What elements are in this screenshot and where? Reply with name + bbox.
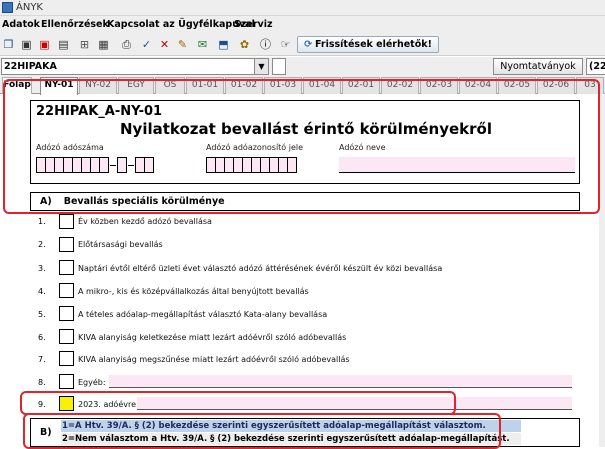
calculator-icon[interactable]: ▦ [97, 38, 110, 51]
highlight-form-header [3, 79, 600, 214]
toolbar: ❐ ▣ ▣ ▤ ⊞ ▦ ⎙ ✓ ✕ ✎ ✉ ⬒ ✿ ⓘ ☞ ⟳ Frissítés… [0, 34, 605, 56]
print-icon[interactable]: ⎙ [120, 38, 133, 51]
row-5-checkbox[interactable] [59, 306, 74, 321]
row-number: 2. [38, 240, 46, 249]
refresh-icon: ⟳ [304, 39, 313, 50]
row-number: 1. [38, 217, 46, 226]
save-check-icon[interactable]: ▣ [38, 38, 51, 51]
refresh-label: Frissítések elérhetők! [315, 39, 432, 50]
menu-adatok[interactable]: Adatok [2, 19, 40, 30]
row-number: 4. [38, 287, 46, 296]
row-7-label: KIVA alanyiság megszűnése miatt lezárt a… [78, 355, 350, 364]
row-3-label: Naptári évtől eltérő üzleti évet választ… [78, 264, 443, 273]
send-icon[interactable]: ✉ [196, 38, 209, 51]
attach-icon[interactable]: ✿ [238, 38, 251, 51]
row-2-label: Előtársasági bevallás [78, 240, 163, 249]
window-title: ÁNYK [16, 2, 43, 13]
highlight-section-b [23, 413, 501, 449]
delete-icon[interactable]: ✕ [158, 38, 171, 51]
back-icon[interactable]: ☞ [279, 38, 292, 51]
row-6-checkbox[interactable] [59, 329, 74, 344]
row-1-label: Év közben kezdő adózó bevallása [78, 217, 212, 226]
info-icon[interactable]: ⓘ [259, 38, 272, 51]
form-select-row: 22HIPAKA ▼ Nyomtatványok (22H [0, 57, 605, 76]
row-6-label: KIVA alanyiság keletkezése miatt lezárt … [78, 333, 347, 342]
chevron-down-icon[interactable]: ▼ [254, 59, 268, 74]
import-icon[interactable]: ⊞ [78, 38, 91, 51]
check-icon[interactable]: ✓ [140, 38, 153, 51]
edit-icon[interactable]: ✎ [176, 38, 189, 51]
window-titlebar: ÁNYK [0, 0, 605, 16]
row-8-label: Egyéb: [78, 378, 106, 387]
row-1-checkbox[interactable] [59, 214, 74, 229]
row-8-checkbox[interactable] [59, 374, 74, 389]
nyomtatvanyok-button[interactable]: Nyomtatványok [493, 58, 583, 75]
other-text-field[interactable] [109, 375, 572, 388]
form-id-field: (22H [586, 58, 605, 75]
form-select[interactable]: 22HIPAKA ▼ [1, 58, 269, 75]
highlight-row-9 [20, 391, 456, 415]
menu-szerviz[interactable]: Szerviz [234, 19, 272, 30]
row-7-checkbox[interactable] [59, 351, 74, 366]
save-all-icon[interactable]: ▤ [57, 38, 70, 51]
copy-icon[interactable]: ❐ [2, 38, 15, 51]
row-number: 7. [38, 355, 46, 364]
menu-ellenorzesek[interactable]: Ellenőrzések [41, 19, 109, 30]
row-2-checkbox[interactable] [59, 237, 74, 252]
refresh-updates-button[interactable]: ⟳ Frissítések elérhetők! [297, 36, 439, 53]
row-4-label: A mikro-, kis és középvállalkozás által … [78, 287, 309, 296]
row-5-label: A tételes adóalap-megállapítást választó… [78, 310, 328, 319]
menu-bar: Adatok Ellenőrzések Kapcsolat az Ügyfélk… [0, 16, 605, 34]
form-select-value: 22HIPAKA [4, 61, 57, 72]
row-number: 5. [38, 310, 46, 319]
row-number: 3. [38, 264, 46, 273]
row-number: 6. [38, 333, 46, 342]
save-icon[interactable]: ▣ [20, 38, 33, 51]
app-icon [2, 2, 13, 13]
document-icon[interactable] [272, 58, 286, 75]
menu-kapcsolat[interactable]: Kapcsolat az Ügyfélkapuval [107, 19, 255, 30]
row-3-checkbox[interactable] [59, 260, 74, 275]
mail-icon[interactable]: ⬒ [217, 38, 230, 51]
row-4-checkbox[interactable] [59, 283, 74, 298]
row-number: 8. [38, 378, 46, 387]
